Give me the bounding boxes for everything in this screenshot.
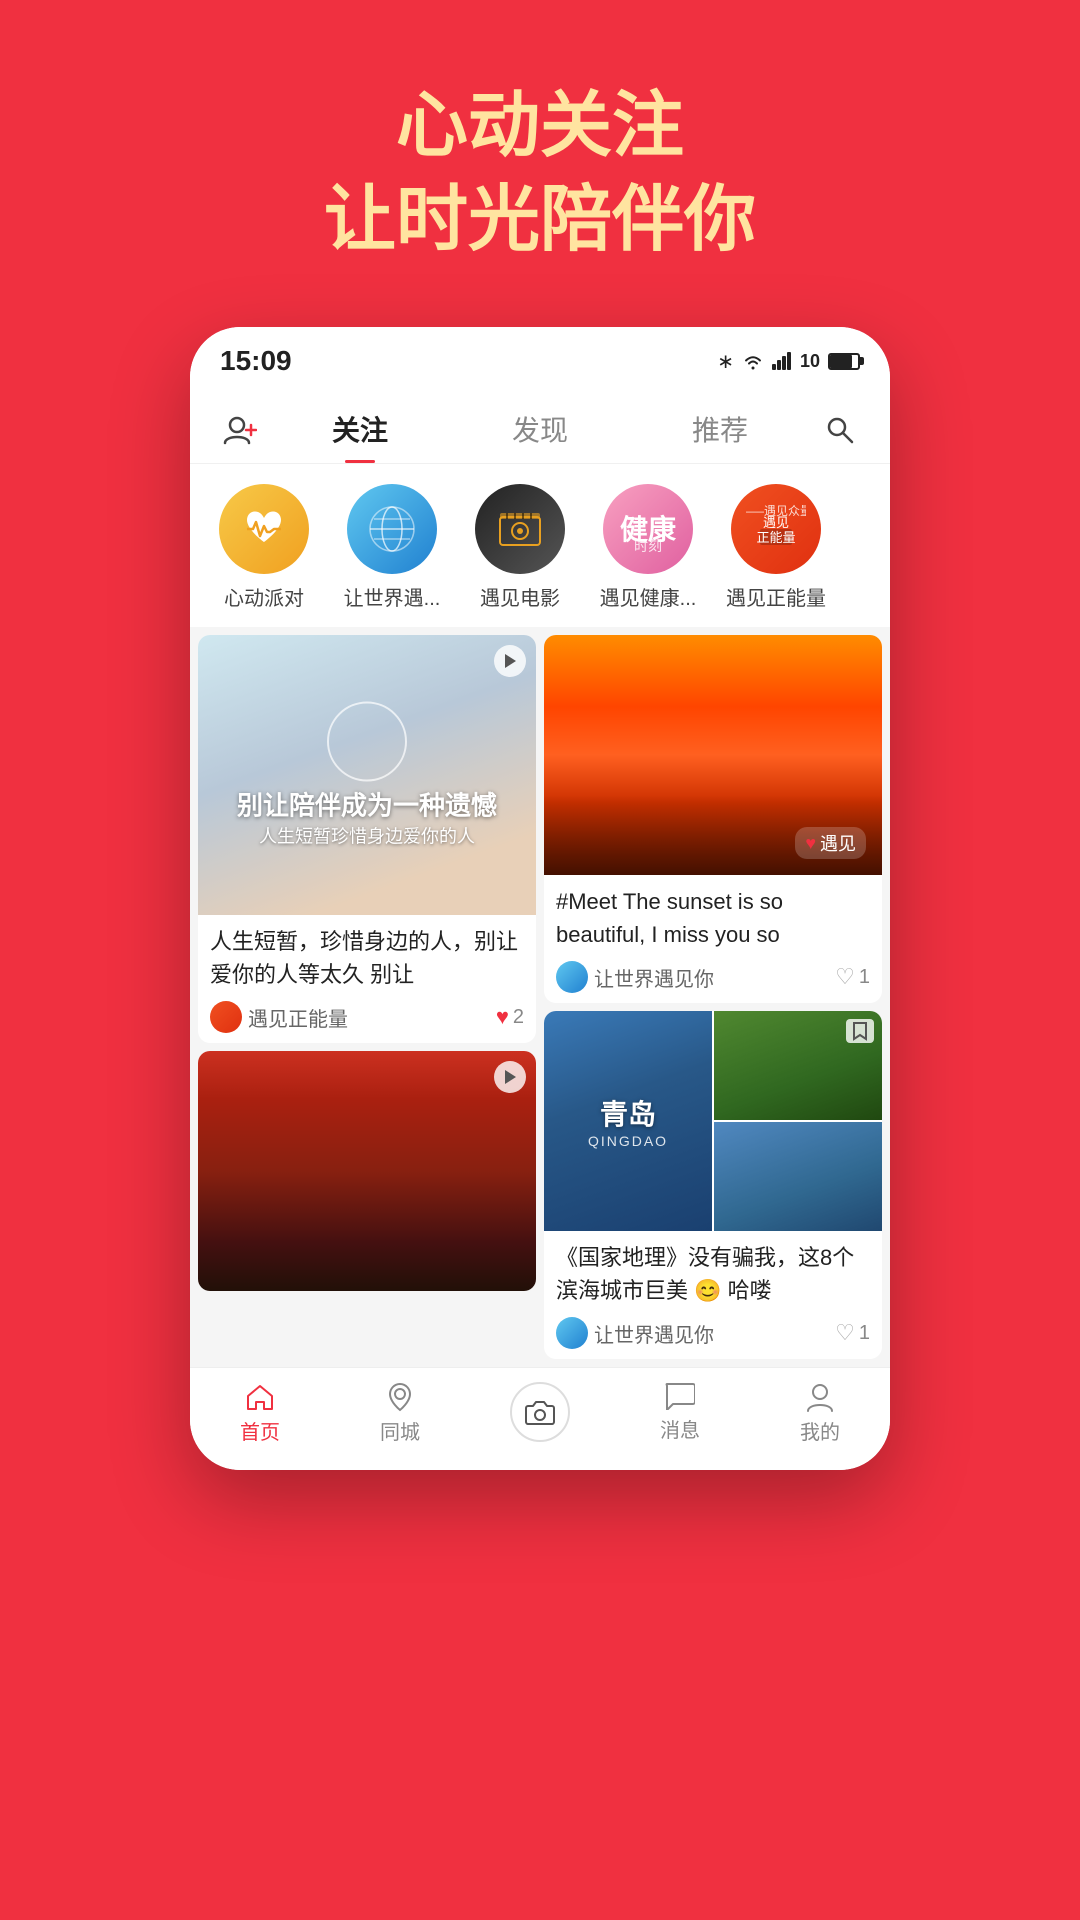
story-label-heartbeat: 心动派对 xyxy=(209,582,319,611)
right-column: ♥ 遇见 #Meet The sunset is so beautiful, I… xyxy=(544,635,882,1359)
post-sunset-image: ♥ 遇见 xyxy=(544,635,882,875)
tab-recommend[interactable]: 推荐 xyxy=(630,397,810,463)
bookmark-icon xyxy=(846,1019,874,1043)
left-column: 别让陪伴成为一种遗憾 人生短暂珍惜身边爱你的人 人生短暂，珍惜身边的人，别让爱你… xyxy=(198,635,536,1359)
nav-profile-label: 我的 xyxy=(800,1416,840,1445)
overlay-sub-text: 人生短暂珍惜身边爱你的人 xyxy=(237,823,497,849)
wifi-icon xyxy=(742,352,764,370)
post-qingdao-likes[interactable]: ♡ 1 xyxy=(835,1320,870,1346)
qingdao-en: QINGDAO xyxy=(588,1133,668,1149)
overlay-main-text: 别让陪伴成为一种遗憾 xyxy=(237,786,497,823)
author-avatar-positive xyxy=(210,1001,242,1033)
nav-profile[interactable]: 我的 xyxy=(750,1382,890,1446)
story-circle-health: 健康 时刻 xyxy=(603,484,693,574)
nav-nearby[interactable]: 同城 xyxy=(330,1382,470,1446)
svg-text:正能量: 正能量 xyxy=(756,530,795,545)
story-label-world: 让世界遇... xyxy=(337,582,447,611)
phone-mockup: 15:09 ∗ xyxy=(190,327,890,1470)
status-time: 15:09 xyxy=(220,345,292,377)
author-name-positive: 遇见正能量 xyxy=(248,1003,348,1032)
post-qingdao[interactable]: 青岛 QINGDAO xyxy=(544,1011,882,1359)
nav-nearby-label: 同城 xyxy=(380,1416,420,1445)
nav-tabs: 关注 发现 推荐 xyxy=(190,387,890,464)
tab-discover[interactable]: 发现 xyxy=(450,397,630,463)
story-label-movie: 遇见电影 xyxy=(465,582,575,611)
bottom-nav: 首页 同城 xyxy=(190,1367,890,1470)
camera-button[interactable] xyxy=(510,1382,570,1442)
content-grid: 别让陪伴成为一种遗憾 人生短暂珍惜身边爱你的人 人生短暂，珍惜身边的人，别让爱你… xyxy=(190,627,890,1367)
svg-text:时刻: 时刻 xyxy=(634,538,662,554)
post-qingdao-title: 《国家地理》没有骗我，这8个滨海城市巨美 😊 哈喽 xyxy=(556,1241,870,1307)
post-sunset-author: 让世界遇见你 xyxy=(556,961,714,993)
post-sunset[interactable]: ♥ 遇见 #Meet The sunset is so beautiful, I… xyxy=(544,635,882,1003)
post-child-author: 遇见正能量 xyxy=(210,1001,348,1033)
post-reeds-image xyxy=(198,1051,536,1291)
nav-home-label: 首页 xyxy=(240,1416,280,1445)
status-icons: ∗ 10 xyxy=(717,349,860,374)
post-child-video[interactable]: 别让陪伴成为一种遗憾 人生短暂珍惜身边爱你的人 人生短暂，珍惜身边的人，别让爱你… xyxy=(198,635,536,1043)
post-sunset-likes[interactable]: ♡ 1 xyxy=(835,964,870,990)
like-count: 2 xyxy=(513,1006,524,1029)
story-circle-heartbeat xyxy=(219,484,309,574)
battery-icon xyxy=(828,353,860,370)
post-qingdao-footer: 让世界遇见你 ♡ 1 xyxy=(556,1317,870,1349)
post-reeds[interactable] xyxy=(198,1051,536,1291)
status-bar: 15:09 ∗ xyxy=(190,327,890,387)
nav-messages[interactable]: 消息 xyxy=(610,1382,750,1446)
author-name-world-2: 让世界遇见你 xyxy=(594,1319,714,1348)
like-count-sunset: 1 xyxy=(859,966,870,989)
bluetooth-icon: ∗ xyxy=(717,349,734,374)
post-qingdao-author: 让世界遇见你 xyxy=(556,1317,714,1349)
like-heart-outline-icon: ♡ xyxy=(835,964,855,990)
nav-camera[interactable] xyxy=(470,1382,610,1446)
post-sunset-title: #Meet The sunset is so beautiful, I miss… xyxy=(556,885,870,951)
video-play-icon-reeds xyxy=(494,1061,526,1093)
post-qingdao-body: 《国家地理》没有骗我，这8个滨海城市巨美 😊 哈喽 让世界遇见你 ♡ 1 xyxy=(544,1231,882,1359)
story-item-positive[interactable]: 遇见 正能量 ——遇见众量 遇见正能量 xyxy=(712,484,840,611)
post-child-footer: 遇见正能量 ♥ 2 xyxy=(210,1001,524,1033)
like-heart-outline-icon-q: ♡ xyxy=(835,1320,855,1346)
like-count-qingdao: 1 xyxy=(859,1322,870,1345)
svg-text:——遇见众量: ——遇见众量 xyxy=(746,504,806,518)
story-item-movie[interactable]: 遇见电影 xyxy=(456,484,584,611)
story-item-world[interactable]: 让世界遇... xyxy=(328,484,456,611)
qingdao-cn: 青岛 xyxy=(588,1093,668,1133)
tagline-line1: 心动关注 xyxy=(324,80,756,174)
story-item-heartbeat[interactable]: 心动派对 xyxy=(200,484,328,611)
post-child-overlay: 别让陪伴成为一种遗憾 人生短暂珍惜身边爱你的人 xyxy=(237,702,497,849)
story-circle-positive: 遇见 正能量 ——遇见众量 xyxy=(731,484,821,574)
nav-home[interactable]: 首页 xyxy=(190,1382,330,1446)
story-circle-world xyxy=(347,484,437,574)
overlay-circle xyxy=(327,702,407,782)
tagline-line2: 让时光陪伴你 xyxy=(324,174,756,268)
author-avatar-world-2 xyxy=(556,1317,588,1349)
signal-icon xyxy=(772,352,792,370)
post-child-image: 别让陪伴成为一种遗憾 人生短暂珍惜身边爱你的人 xyxy=(198,635,536,915)
post-sunset-body: #Meet The sunset is so beautiful, I miss… xyxy=(544,875,882,1003)
follow-people-icon[interactable] xyxy=(210,415,270,445)
story-item-health[interactable]: 健康 时刻 遇见健康... xyxy=(584,484,712,611)
post-qingdao-image: 青岛 QINGDAO xyxy=(544,1011,882,1231)
story-label-health: 遇见健康... xyxy=(593,582,703,611)
tagline: 心动关注 让时光陪伴你 xyxy=(324,80,756,267)
nav-messages-label: 消息 xyxy=(660,1414,700,1443)
post-child-title: 人生短暂，珍惜身边的人，别让爱你的人等太久 别让 xyxy=(210,925,524,991)
search-button[interactable] xyxy=(810,414,870,446)
post-child-likes[interactable]: ♥ 2 xyxy=(496,1004,524,1030)
author-avatar-world-1 xyxy=(556,961,588,993)
battery-level: 10 xyxy=(800,351,820,372)
author-name-world-1: 让世界遇见你 xyxy=(594,963,714,992)
tab-follow[interactable]: 关注 xyxy=(270,397,450,463)
post-child-body: 人生短暂，珍惜身边的人，别让爱你的人等太久 别让 遇见正能量 ♥ 2 xyxy=(198,915,536,1043)
story-label-positive: 遇见正能量 xyxy=(721,582,831,611)
post-sunset-footer: 让世界遇见你 ♡ 1 xyxy=(556,961,870,993)
story-circle-movie xyxy=(475,484,565,574)
video-play-icon xyxy=(494,645,526,677)
like-heart-icon: ♥ xyxy=(496,1004,509,1030)
story-row: 心动派对 让世界遇... xyxy=(190,464,890,627)
